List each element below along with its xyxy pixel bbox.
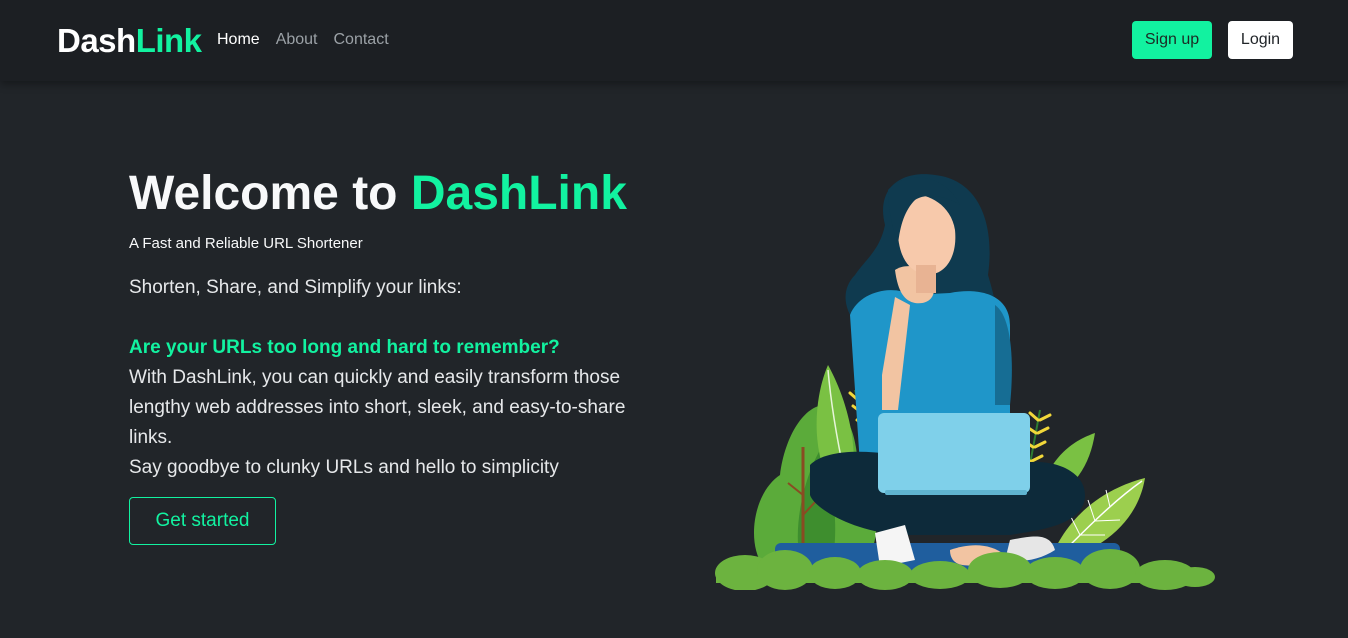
woman-with-laptop-illustration [715,174,1215,590]
signup-button[interactable]: Sign up [1132,21,1212,59]
nav-links: Home About Contact [217,30,389,50]
navbar: Dash Link Home About Contact Sign up Logi… [0,0,1348,81]
login-button[interactable]: Login [1228,21,1293,59]
brand-dash: Dash [57,22,136,59]
hero-tagline: Shorten, Share, and Simplify your links: [129,277,462,298]
brand-logo[interactable]: Dash Link [57,22,202,60]
hero-title: Welcome to DashLink [129,166,627,222]
nav-link-about[interactable]: About [276,30,318,50]
hero-title-brand: DashLink [410,167,627,220]
brand-link: Link [135,22,202,59]
hero-question: Are your URLs too long and hard to remem… [129,337,560,358]
nav-link-contact[interactable]: Contact [334,30,389,50]
hero-paragraph: With DashLink, you can quickly and easil… [129,367,626,448]
nav-link-home[interactable]: Home [217,30,260,50]
hero-title-welcome: Welcome to [129,167,411,220]
hero-subtitle: A Fast and Reliable URL Shortener [129,235,363,252]
hero-paragraph-2: Say goodbye to clunky URLs and hello to … [129,457,559,478]
get-started-button[interactable]: Get started [129,497,276,545]
